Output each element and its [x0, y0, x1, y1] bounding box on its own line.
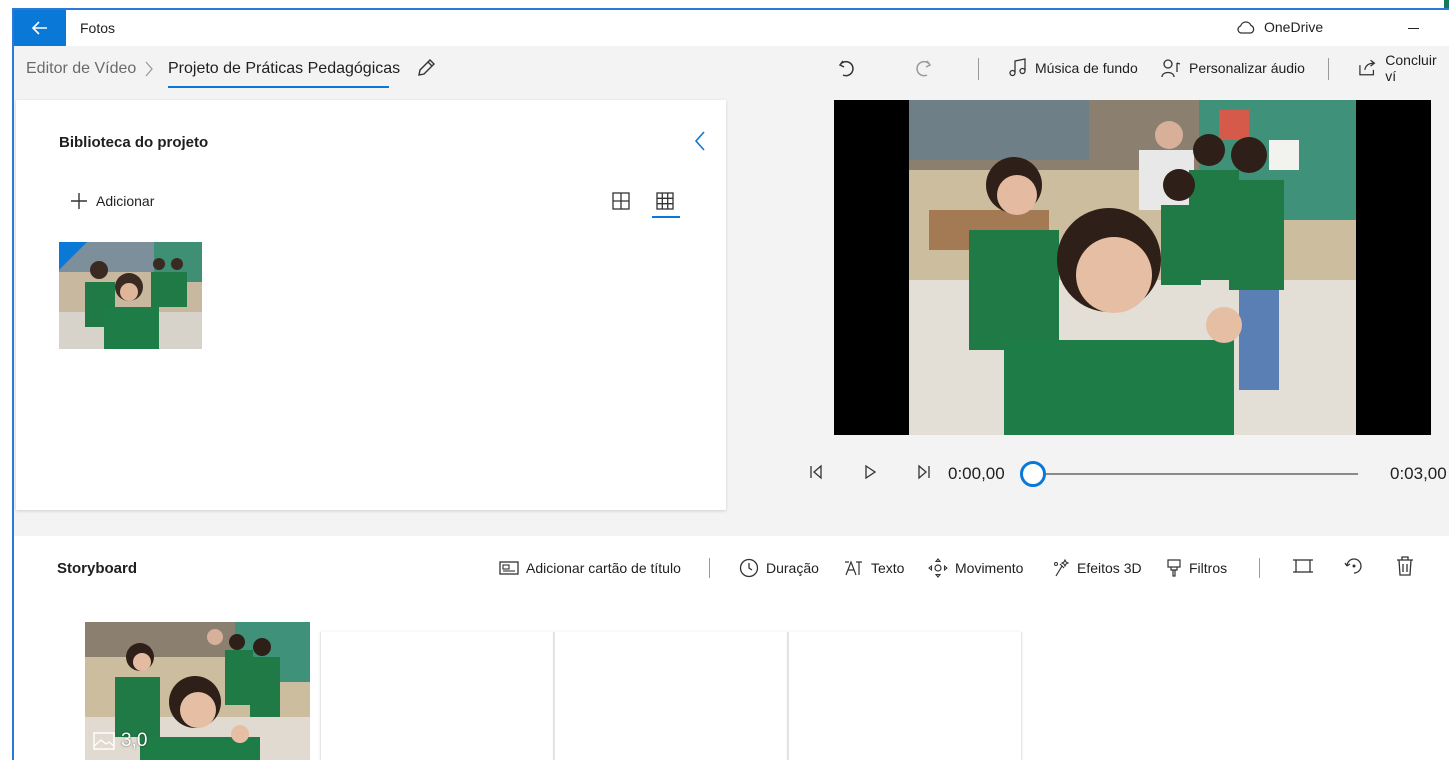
- breadcrumb-project-name[interactable]: Projeto de Práticas Pedagógicas: [168, 60, 400, 78]
- empty-storyboard-slot[interactable]: [320, 632, 554, 760]
- text-icon: [845, 560, 862, 576]
- back-button[interactable]: [14, 10, 66, 46]
- person-audio-icon: [1161, 59, 1181, 78]
- resize-icon[interactable]: [1292, 556, 1314, 576]
- share-icon: [1359, 59, 1376, 76]
- text-label: Texto: [871, 560, 905, 576]
- onedrive-button[interactable]: OneDrive: [1236, 19, 1323, 35]
- filters-button[interactable]: Filtros: [1166, 556, 1227, 580]
- preview-frame: [909, 100, 1356, 435]
- onedrive-label: OneDrive: [1264, 19, 1324, 35]
- arrow-left-icon: [32, 21, 47, 35]
- clip-duration: 3,0: [121, 730, 148, 751]
- custom-audio-label: Personalizar áudio: [1189, 60, 1305, 76]
- pencil-icon[interactable]: [416, 58, 436, 78]
- toolbar-separator: [978, 58, 979, 80]
- plus-icon: [71, 193, 87, 209]
- cloud-icon: [1237, 20, 1255, 34]
- minimize-button[interactable]: [1398, 14, 1428, 42]
- seek-track[interactable]: [1030, 473, 1358, 475]
- library-media-thumbnail[interactable]: [59, 242, 202, 349]
- window-edge-marker: [1444, 0, 1449, 8]
- app-window: Fotos OneDrive Editor de Vídeo Projeto d…: [12, 8, 1449, 760]
- image-icon: [93, 732, 115, 750]
- storyboard-separator: [709, 558, 710, 578]
- editor-toolbar: Editor de Vídeo Projeto de Práticas Peda…: [14, 46, 1449, 92]
- toolbar-separator: [1328, 58, 1329, 80]
- previous-frame-icon[interactable]: [808, 464, 824, 480]
- finish-video-label: Concluir ví: [1385, 52, 1437, 84]
- total-time: 0:03,00: [1390, 464, 1447, 483]
- brush-icon: [1167, 559, 1181, 577]
- clip-duration-badge: 3,0: [93, 730, 147, 752]
- seek-slider-thumb[interactable]: [1020, 461, 1046, 487]
- storyboard-title: Storyboard: [57, 560, 138, 577]
- sparkle-effects-icon: [1054, 558, 1070, 577]
- trash-icon[interactable]: [1396, 556, 1414, 576]
- custom-audio-button[interactable]: Personalizar áudio: [1161, 56, 1305, 80]
- background-music-label: Música de fundo: [1035, 60, 1138, 76]
- duration-label: Duração: [766, 560, 819, 576]
- empty-storyboard-slot[interactable]: [788, 632, 1022, 760]
- app-title: Fotos: [80, 20, 116, 36]
- large-grid-view-icon[interactable]: [612, 192, 630, 210]
- minimize-icon: [1407, 27, 1419, 29]
- video-preview[interactable]: [834, 100, 1431, 435]
- library-title: Biblioteca do projeto: [59, 134, 209, 151]
- background-music-button[interactable]: Música de fundo: [1009, 56, 1138, 80]
- undo-icon[interactable]: [838, 56, 856, 80]
- motion-icon: [928, 558, 948, 578]
- clock-icon: [739, 558, 759, 578]
- add-media-button[interactable]: Adicionar: [70, 192, 154, 210]
- project-library-panel: Biblioteca do projeto Adicionar: [16, 100, 726, 510]
- storyboard-separator: [1259, 558, 1260, 578]
- add-title-card-label: Adicionar cartão de título: [526, 560, 681, 576]
- project-name-underline: [168, 86, 389, 88]
- redo-icon[interactable]: [914, 56, 932, 80]
- playback-controls: 0:00,00 0:03,00: [794, 458, 1447, 488]
- rotate-icon[interactable]: [1344, 556, 1364, 576]
- add-title-card-button[interactable]: Adicionar cartão de título: [499, 556, 681, 580]
- empty-storyboard-slot[interactable]: [554, 632, 788, 760]
- group-photo-image: [909, 100, 1356, 435]
- play-icon[interactable]: [862, 464, 878, 480]
- small-grid-view-icon[interactable]: [656, 192, 674, 210]
- breadcrumb-video-editor[interactable]: Editor de Vídeo: [26, 60, 136, 78]
- chevron-left-icon[interactable]: [692, 130, 708, 152]
- chevron-right-icon: [145, 61, 153, 77]
- filters-label: Filtros: [1189, 560, 1228, 576]
- text-button[interactable]: Texto: [844, 556, 904, 580]
- active-view-underline: [652, 216, 680, 218]
- selected-corner-marker: [59, 242, 87, 270]
- duration-button[interactable]: Duração: [739, 556, 819, 580]
- storyboard-clip[interactable]: 3,0: [85, 622, 310, 760]
- music-note-icon: [1009, 58, 1026, 77]
- motion-button[interactable]: Movimento: [928, 556, 1023, 580]
- add-media-label: Adicionar: [96, 193, 155, 209]
- finish-video-button[interactable]: Concluir ví: [1358, 52, 1449, 84]
- title-card-icon: [499, 561, 519, 575]
- 3d-effects-button[interactable]: Efeitos 3D: [1050, 556, 1142, 580]
- 3d-effects-label: Efeitos 3D: [1077, 560, 1142, 576]
- current-time: 0:00,00: [948, 464, 1005, 483]
- title-bar: Fotos OneDrive: [14, 10, 1449, 46]
- motion-label: Movimento: [955, 560, 1024, 576]
- storyboard-panel: Storyboard Adicionar cartão de título Du…: [14, 536, 1449, 760]
- next-frame-icon[interactable]: [916, 464, 932, 480]
